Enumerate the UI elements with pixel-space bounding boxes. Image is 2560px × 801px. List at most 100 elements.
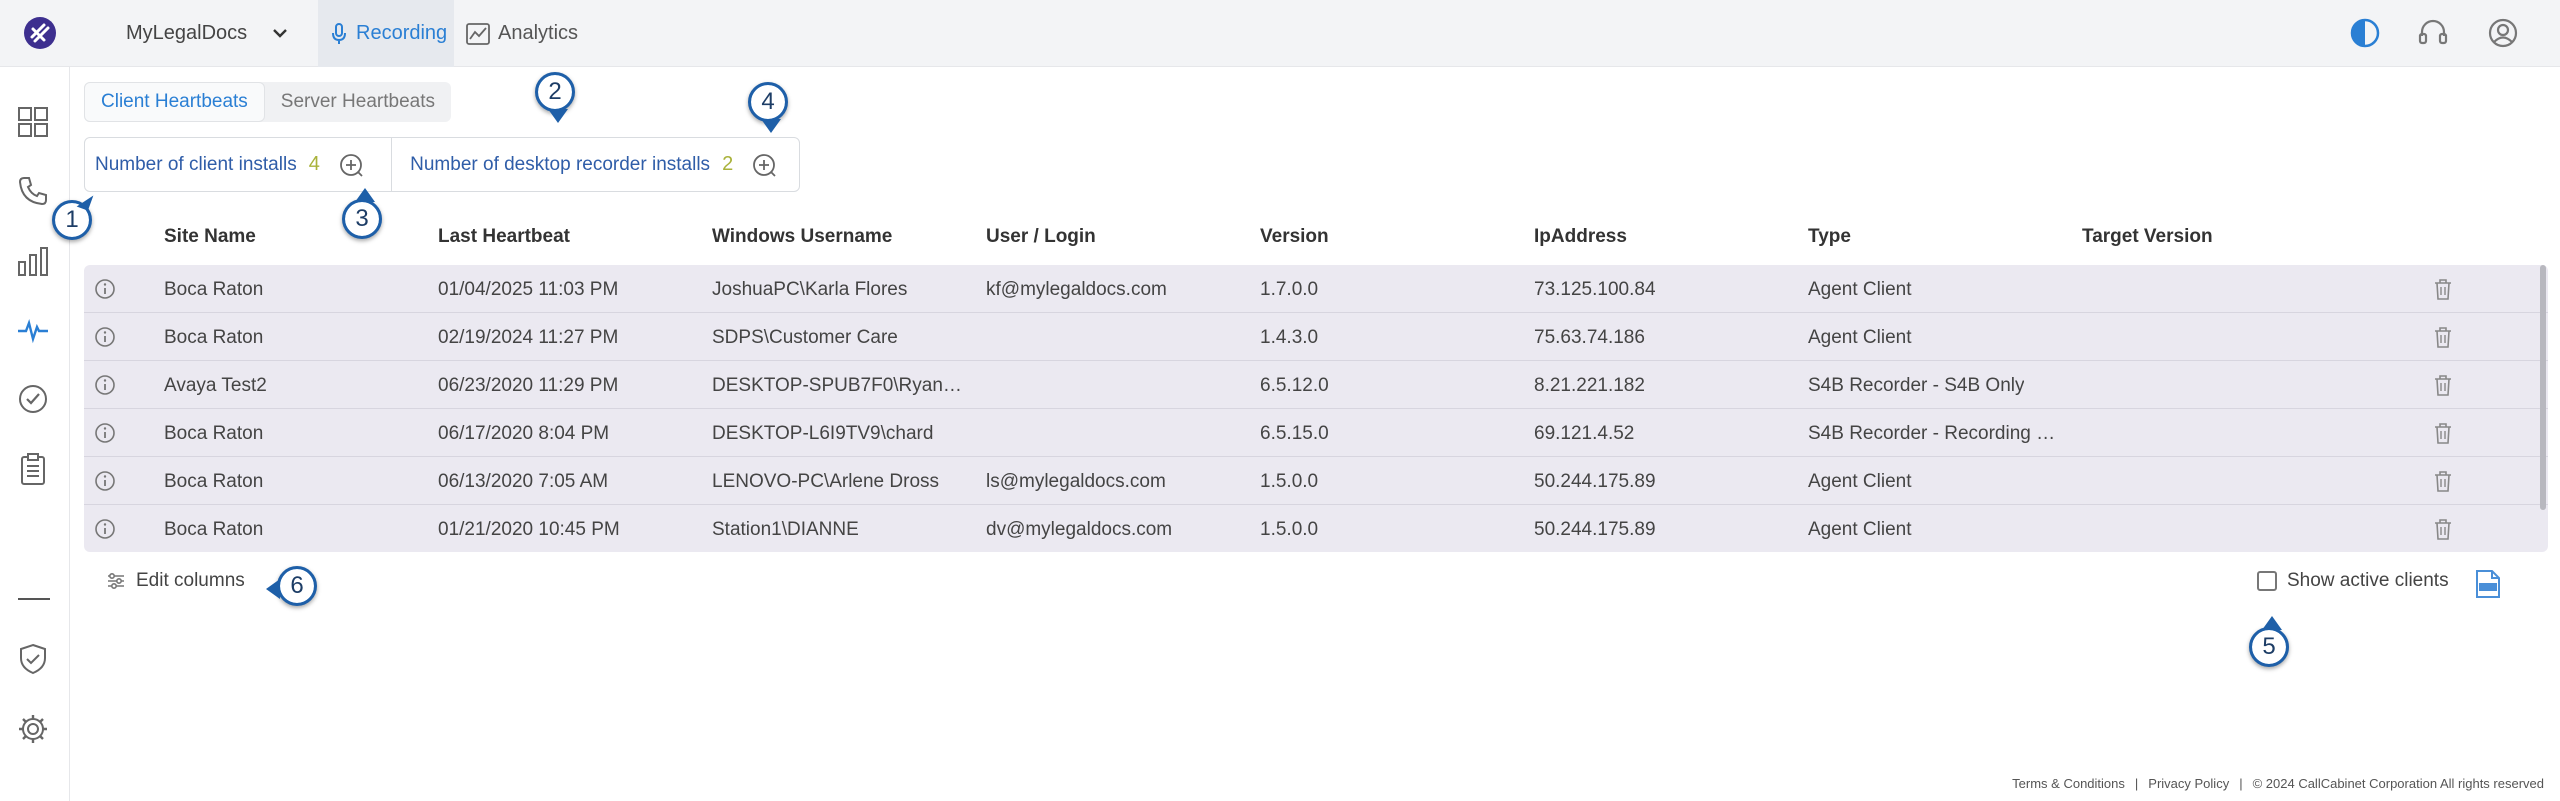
annotation-callout-5: 5	[2249, 616, 2289, 667]
annotation-pointer	[2262, 616, 2282, 630]
table-row[interactable]: Boca Raton 06/17/2020 8:04 PM DESKTOP-L6I9…	[84, 409, 2548, 457]
heartbeat-tabs: Client Heartbeats Server Heartbeats	[84, 82, 451, 122]
windows-username-cell: DESKTOP-L6I9TV9\chard	[712, 423, 934, 444]
trash-icon[interactable]	[2432, 421, 2454, 445]
annotation-number: 4	[752, 86, 784, 118]
table-scrollbar[interactable]	[2540, 265, 2546, 510]
info-icon[interactable]	[94, 518, 116, 540]
contrast-toggle-icon[interactable]	[2349, 17, 2381, 49]
nav-tab-analytics[interactable]: Analytics	[466, 0, 578, 67]
bar-chart-icon[interactable]	[16, 244, 50, 278]
workspace-selector[interactable]: MyLegalDocs	[126, 18, 289, 48]
ip-address-cell: 75.63.74.186	[1534, 327, 1645, 348]
check-circle-icon[interactable]	[16, 382, 50, 416]
ip-address-cell: 8.21.221.182	[1534, 375, 1645, 396]
site-name-cell: Boca Raton	[164, 279, 264, 300]
windows-username-cell: SDPS\Customer Care	[712, 327, 898, 348]
trash-icon[interactable]	[2432, 469, 2454, 493]
ip-address-cell: 69.121.4.52	[1534, 423, 1635, 444]
user-account-icon[interactable]	[2487, 17, 2519, 49]
shield-icon[interactable]	[16, 642, 50, 676]
edit-columns-button[interactable]: Edit columns	[106, 570, 245, 592]
heartbeat-icon[interactable]	[16, 313, 50, 347]
edit-columns-label: Edit columns	[136, 570, 245, 591]
footer: Terms & Conditions | Privacy Policy | © …	[2012, 776, 2544, 791]
site-name-cell: Boca Raton	[164, 471, 264, 492]
user-login-cell: kf@mylegaldocs.com	[986, 279, 1167, 300]
tab-client-heartbeats[interactable]: Client Heartbeats	[84, 82, 265, 122]
zoom-in-icon[interactable]	[751, 152, 777, 178]
heartbeat-table: Boca Raton 01/04/2025 11:03 PM JoshuaPC\Ka…	[84, 265, 2548, 552]
gear-icon[interactable]	[16, 712, 50, 746]
column-header-site-name[interactable]: Site Name	[164, 226, 256, 248]
column-header-target-version[interactable]: Target Version	[2082, 226, 2213, 248]
desktop-installs-count: 2	[722, 153, 734, 175]
chevron-down-icon	[273, 29, 288, 38]
callcabinet-logo-icon[interactable]	[22, 15, 58, 51]
table-row[interactable]: Boca Raton 06/13/2020 7:05 AM LENOVO-PC\Ar…	[84, 457, 2548, 505]
export-xlsx-icon[interactable]	[2474, 569, 2502, 599]
last-heartbeat-cell: 01/21/2020 10:45 PM	[438, 519, 620, 540]
annotation-callout-4: 4	[748, 82, 788, 133]
windows-username-cell: JoshuaPC\Karla Flores	[712, 279, 908, 300]
ip-address-cell: 50.244.175.89	[1534, 519, 1656, 540]
version-cell: 6.5.15.0	[1260, 423, 1329, 444]
site-name-cell: Boca Raton	[164, 327, 264, 348]
version-cell: 1.5.0.0	[1260, 471, 1319, 492]
type-cell: Agent Client	[1808, 471, 1912, 492]
table-row[interactable]: Boca Raton 01/04/2025 11:03 PM JoshuaPC\Ka…	[84, 265, 2548, 313]
info-icon[interactable]	[94, 278, 116, 300]
sidebar-divider	[18, 598, 50, 600]
table-row[interactable]: Boca Raton 02/19/2024 11:27 PM SDPS\Custom…	[84, 313, 2548, 361]
info-icon[interactable]	[94, 374, 116, 396]
annotation-pointer	[355, 188, 375, 202]
terms-link[interactable]: Terms & Conditions	[2012, 776, 2125, 791]
table-row[interactable]: Avaya Test2 06/23/2020 11:29 PM DESKTOP-SP…	[84, 361, 2548, 409]
info-icon[interactable]	[94, 326, 116, 348]
dashboard-icon[interactable]	[16, 105, 50, 139]
zoom-in-icon[interactable]	[338, 152, 364, 178]
client-installs-label: Number of client installs	[95, 153, 297, 175]
show-active-clients-toggle[interactable]: Show active clients	[2257, 570, 2449, 592]
annotation-pointer	[266, 579, 280, 599]
tab-server-heartbeats[interactable]: Server Heartbeats	[265, 82, 451, 122]
table-row[interactable]: Boca Raton 01/21/2020 10:45 PM Station1\DI…	[84, 505, 2548, 552]
privacy-link[interactable]: Privacy Policy	[2148, 776, 2229, 791]
annotation-callout-1: 1	[52, 191, 94, 240]
install-counters: Number of client installs 4 Number of de…	[84, 137, 800, 192]
column-header-windows-username[interactable]: Windows Username	[712, 226, 892, 248]
column-header-type[interactable]: Type	[1808, 226, 1851, 248]
clipboard-icon[interactable]	[16, 452, 50, 486]
headset-icon[interactable]	[2417, 17, 2449, 49]
show-active-clients-checkbox[interactable]	[2257, 571, 2277, 591]
trash-icon[interactable]	[2432, 517, 2454, 541]
last-heartbeat-cell: 06/13/2020 7:05 AM	[438, 471, 609, 492]
windows-username-cell: LENOVO-PC\Arlene Dross	[712, 471, 940, 492]
column-header-user-login[interactable]: User / Login	[986, 226, 1096, 248]
phone-icon[interactable]	[16, 174, 50, 208]
last-heartbeat-cell: 06/23/2020 11:29 PM	[438, 375, 619, 396]
show-active-clients-label: Show active clients	[2287, 570, 2449, 591]
windows-username-cell: DESKTOP-SPUB7F0\Ryan …	[712, 375, 962, 396]
column-header-ip-address[interactable]: IpAddress	[1534, 226, 1627, 248]
site-name-cell: Boca Raton	[164, 423, 264, 444]
trash-icon[interactable]	[2432, 325, 2454, 349]
annotation-callout-2: 2	[535, 72, 575, 123]
type-cell: S4B Recorder - S4B Only	[1808, 375, 2025, 396]
client-installs-counter: Number of client installs 4	[85, 138, 393, 191]
info-icon[interactable]	[94, 470, 116, 492]
annotation-callout-6: 6	[266, 566, 317, 606]
annotation-callout-3: 3	[342, 188, 382, 239]
footer-separator: |	[2134, 776, 2139, 791]
annotation-number: 6	[281, 570, 313, 602]
column-header-version[interactable]: Version	[1260, 226, 1329, 248]
info-icon[interactable]	[94, 422, 116, 444]
annotation-number: 5	[2253, 631, 2285, 663]
nav-tab-recording[interactable]: Recording	[318, 0, 454, 67]
column-header-last-heartbeat[interactable]: Last Heartbeat	[438, 226, 570, 248]
last-heartbeat-cell: 02/19/2024 11:27 PM	[438, 327, 619, 348]
user-login-cell: ls@mylegaldocs.com	[986, 471, 1166, 492]
type-cell: S4B Recorder - Recording d…	[1808, 423, 2058, 444]
trash-icon[interactable]	[2432, 373, 2454, 397]
trash-icon[interactable]	[2432, 277, 2454, 301]
